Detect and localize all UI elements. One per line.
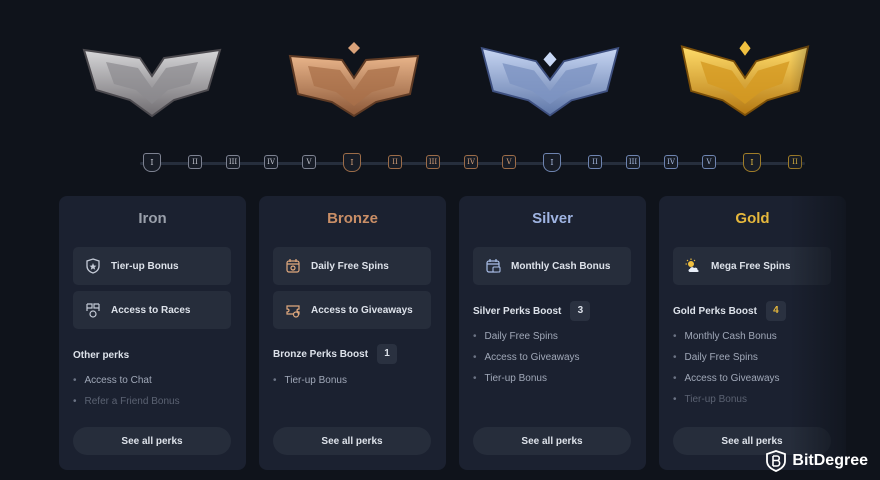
logo-text: BitDegree <box>792 452 868 469</box>
tier-card-iron: Iron Tier-up Bonus Access to Races Other… <box>59 196 246 470</box>
section-label: Gold Perks Boost 4 <box>673 301 786 321</box>
tick-silver-4: IV <box>664 155 678 169</box>
perk-box-access-to-giveaways: Access to Giveaways <box>273 291 431 329</box>
boost-count-badge: 1 <box>377 344 398 364</box>
calendar-cash-icon <box>486 259 501 273</box>
perk-box-access-to-races: Access to Races <box>73 291 231 329</box>
tick-bronze-2: II <box>388 155 402 169</box>
tick-silver-1: I <box>543 153 561 172</box>
list-item: Access to Giveaways <box>473 351 580 372</box>
calendar-spins-icon <box>286 259 300 273</box>
list-item: Access to Chat <box>73 374 180 395</box>
perk-box-tier-up-bonus: Tier-up Bonus <box>73 247 231 285</box>
tick-bronze-3: III <box>426 155 440 169</box>
section-label: Bronze Perks Boost 1 <box>273 344 398 364</box>
tick-iron-4: IV <box>264 155 278 169</box>
perk-list: Tier-up Bonus <box>273 374 347 395</box>
list-item: Tier-up Bonus <box>473 372 580 393</box>
tier-title: Iron <box>138 210 167 227</box>
race-flags-icon <box>86 303 100 318</box>
list-item: Refer a Friend Bonus <box>73 395 180 416</box>
tick-iron-1: I <box>143 153 161 172</box>
shield-star-icon <box>86 258 100 274</box>
perk-label: Daily Free Spins <box>311 260 389 272</box>
list-item: Access to Giveaways <box>673 372 780 393</box>
tick-iron-5: V <box>302 155 316 169</box>
tier-title: Silver <box>532 210 573 227</box>
bitdegree-logo: BitDegree <box>766 450 868 472</box>
section-label: Other perks <box>73 350 130 361</box>
tier-card-gold: Gold Mega Free Spins Gold Perks Boost 4 … <box>659 196 846 470</box>
tick-gold-1: I <box>743 153 761 172</box>
list-item: Monthly Cash Bonus <box>673 330 780 351</box>
tier-title: Gold <box>735 210 770 227</box>
boost-count-badge: 3 <box>570 301 591 321</box>
see-all-perks-button[interactable]: See all perks <box>273 427 431 455</box>
see-all-perks-button[interactable]: See all perks <box>473 427 631 455</box>
perk-list: Access to Chat Refer a Friend Bonus <box>73 374 180 416</box>
perk-list: Daily Free Spins Access to Giveaways Tie… <box>473 330 580 393</box>
iron-badge-icon <box>82 38 222 118</box>
perk-label: Monthly Cash Bonus <box>511 260 611 272</box>
perk-label: Tier-up Bonus <box>111 260 179 272</box>
tick-bronze-1: I <box>343 153 361 172</box>
perk-list: Monthly Cash Bonus Daily Free Spins Acce… <box>673 330 780 414</box>
perk-box-daily-free-spins: Daily Free Spins <box>273 247 431 285</box>
tick-silver-2: II <box>588 155 602 169</box>
bitdegree-shield-icon <box>766 450 787 472</box>
perk-box-monthly-cash-bonus: Monthly Cash Bonus <box>473 247 631 285</box>
silver-badge-icon <box>480 38 620 118</box>
sun-cloud-icon <box>685 258 699 272</box>
tier-card-silver: Silver Monthly Cash Bonus Silver Perks B… <box>459 196 646 470</box>
list-item: Tier-up Bonus <box>673 393 780 414</box>
tier-card-bronze: Bronze Daily Free Spins Access to Giveaw… <box>259 196 446 470</box>
perk-label: Access to Giveaways <box>311 304 413 316</box>
list-item: Daily Free Spins <box>473 330 580 351</box>
tier-title: Bronze <box>327 210 378 227</box>
tier-progress-track: I II III IV V I II III IV V I II III IV … <box>140 153 805 173</box>
tick-iron-2: II <box>188 155 202 169</box>
section-label-text: Gold Perks Boost <box>673 305 757 317</box>
list-item: Daily Free Spins <box>673 351 780 372</box>
gold-badge-icon <box>680 38 810 118</box>
ticket-icon <box>286 305 300 318</box>
bronze-badge-icon <box>284 38 424 118</box>
tick-gold-2: II <box>788 155 802 169</box>
tick-bronze-4: IV <box>464 155 478 169</box>
tick-silver-3: III <box>626 155 640 169</box>
section-label-text: Silver Perks Boost <box>473 305 562 317</box>
perk-box-mega-free-spins: Mega Free Spins <box>673 247 831 285</box>
list-item: Tier-up Bonus <box>273 374 347 395</box>
boost-count-badge: 4 <box>765 301 786 321</box>
section-label-text: Bronze Perks Boost <box>273 348 369 360</box>
perk-label: Access to Races <box>111 304 191 316</box>
see-all-perks-button[interactable]: See all perks <box>73 427 231 455</box>
section-label: Silver Perks Boost 3 <box>473 301 591 321</box>
perk-label: Mega Free Spins <box>711 260 791 272</box>
tick-bronze-5: V <box>502 155 516 169</box>
tick-silver-5: V <box>702 155 716 169</box>
tier-badges <box>0 38 880 128</box>
tick-iron-3: III <box>226 155 240 169</box>
